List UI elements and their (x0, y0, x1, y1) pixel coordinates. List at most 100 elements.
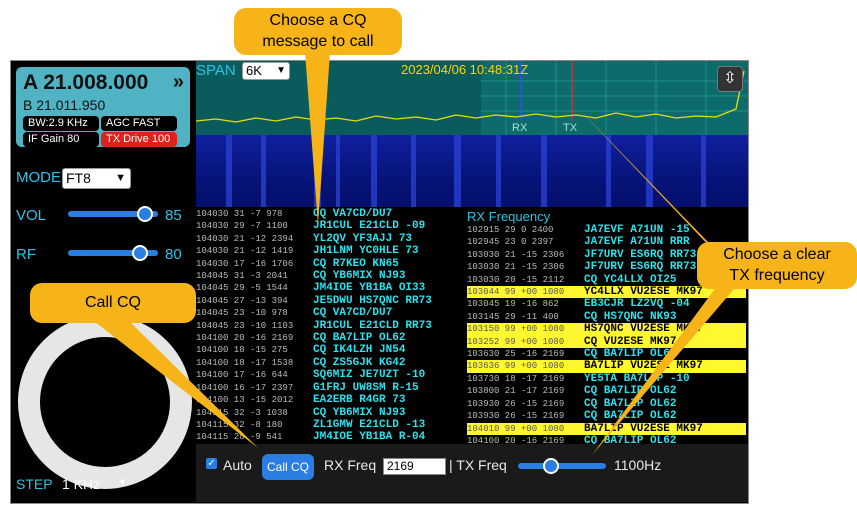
ft8-app-window: A 21.008.000 » B 21.011.950 BW:2.9 KHz A… (10, 60, 749, 504)
message-row[interactable]: 104100 18 -17 1538 CQ ZS5GJK KG42 (196, 357, 432, 369)
callout-text-line: Choose a CQ (269, 12, 367, 29)
message-row[interactable]: 103045 19 -16 862 EB3CJR LZ2VQ -04 (467, 298, 746, 310)
tx-freq-value: 1100Hz (614, 457, 662, 473)
step-select[interactable]: 1 KHz (62, 476, 100, 492)
step-label: STEP (16, 476, 53, 492)
message-row[interactable]: 103800 21 -17 2169 CQ BA7LIP OL62 (467, 385, 746, 397)
message-stats: 104115 32 -8 180 (196, 419, 283, 430)
message-text: JA7EVF A71UN RRR (584, 236, 690, 249)
message-text: G1FRJ UW8SM R-15 (313, 381, 419, 394)
message-row[interactable]: 104115 32 -3 1038 CQ YB6MIX NJ93 (196, 407, 432, 419)
tx-freq-slider-thumb[interactable] (543, 458, 560, 474)
message-row[interactable]: 103930 26 -15 2169 CQ BA7LIP OL62 (467, 410, 746, 422)
message-stats: 103636 99 +00 1080 (467, 361, 565, 372)
message-row[interactable]: 104115 28 -9 541 JM4IOE YB1BA R-04 (196, 431, 432, 443)
message-row[interactable]: 103630 25 -16 2169 CQ BA7LIP OL62 (467, 348, 746, 360)
message-row[interactable]: 104045 23 -10 978 CQ VA7CD/DU7 (196, 307, 432, 319)
decoded-messages-list[interactable]: 104030 31 -7 978 CQ VA7CD/DU7 104030 29 -7… (196, 208, 432, 469)
message-row[interactable]: 104030 29 -7 1100 JR1CUL E21CLD -09 (196, 220, 432, 232)
message-text: CQ VA7CD/DU7 (313, 208, 393, 220)
message-row[interactable]: 103145 29 -11 400 CQ HS7QNC NK93 (467, 311, 746, 323)
message-stats: 104100 18 -15 275 (196, 345, 288, 356)
message-row[interactable]: 103930 26 -15 2169 CQ BA7LIP OL62 (467, 398, 746, 410)
vfo-b-frequency[interactable]: B 21.011.950 (23, 97, 105, 113)
vfo-panel[interactable]: A 21.008.000 » B 21.011.950 BW:2.9 KHz A… (16, 67, 190, 147)
span-select[interactable]: 6K ▼ (242, 62, 290, 80)
message-row[interactable]: 103730 18 -17 2169 YE5TA BA7LIP -10 (467, 373, 746, 385)
vfo-a-frequency[interactable]: A 21.008.000 (23, 71, 148, 95)
message-stats: 104045 23 -10 978 (196, 308, 288, 319)
message-stats: 103930 26 -15 2169 (467, 398, 565, 409)
message-stats: 104115 28 -9 541 (196, 432, 283, 443)
message-text: YL2QV YF3AJJ 73 (313, 232, 413, 245)
tx-drive-badge[interactable]: TX Drive 100 (101, 132, 177, 147)
bandwidth-badge[interactable]: BW:2.9 KHz (23, 116, 99, 131)
mode-select[interactable]: FT8 ▼ (62, 168, 131, 189)
message-row[interactable]: 103636 99 +00 1080 BA7LIP VU2ESE MK97 (467, 360, 746, 373)
message-text: CQ VU2ESE MK97 (584, 335, 677, 348)
message-row[interactable]: 104030 21 -12 2394 YL2QV YF3AJJ 73 (196, 233, 432, 245)
message-stats: 103730 18 -17 2169 (467, 373, 565, 384)
message-stats: 104045 23 -10 1103 (196, 320, 294, 331)
message-stats: 104030 31 -7 978 (196, 209, 283, 219)
message-row[interactable]: 104030 21 -12 1419 JH1LNM YC0HLE 73 (196, 245, 432, 257)
tx-freq-slider[interactable] (518, 463, 606, 469)
message-row[interactable]: 104100 20 -16 2169 CQ BA7LIP OL62 (196, 332, 432, 344)
message-stats: 104100 16 -17 2397 (196, 382, 294, 393)
rf-slider-thumb[interactable] (132, 245, 148, 261)
message-row[interactable]: 104045 31 -3 2041 CQ YB6MIX NJ93 (196, 270, 432, 282)
message-stats: 103252 99 +00 1080 (467, 336, 565, 347)
rf-label: RF (16, 246, 36, 263)
message-row[interactable]: 104045 23 -10 1103 JR1CUL E21CLD RR73 (196, 320, 432, 332)
vol-value: 85 (165, 207, 182, 224)
tuning-knob[interactable] (18, 315, 192, 489)
callout-text-line: TX frequency (729, 267, 825, 284)
message-row[interactable]: 104100 16 -17 2397 G1FRJ UW8SM R-15 (196, 382, 432, 394)
message-row[interactable]: 104100 17 -16 644 SQ6MIZ JE7UZT -10 (196, 369, 432, 381)
message-row[interactable]: 104045 29 -5 1544 JM4IOE YB1BA OI33 (196, 282, 432, 294)
agc-badge[interactable]: AGC FAST (101, 116, 177, 131)
chevron-down-icon: ▼ (276, 65, 286, 76)
message-text: ZL1GMW E21CLD -13 (313, 418, 426, 431)
waterfall-display[interactable] (196, 135, 748, 207)
callout-choose-tx-frequency: Choose a clear TX frequency (697, 242, 857, 289)
message-row[interactable]: 104010 99 +00 1080 BA7LIP VU2ESE MK97 (467, 422, 746, 435)
message-row[interactable]: 104100 18 -15 275 CQ IK4LZH JN54 (196, 344, 432, 356)
message-text: CQ HS7QNC NK93 (584, 310, 677, 323)
chevron-down-icon: ▼ (115, 172, 126, 184)
message-row[interactable]: 102915 29 0 2400 JA7EVF A71UN -15 (467, 224, 746, 236)
message-text: CQ IK4LZH JN54 (313, 344, 406, 357)
message-stats: 103145 29 -11 400 (467, 311, 559, 322)
message-stats: 104030 21 -12 1419 (196, 246, 294, 257)
message-text: BA7LIP VU2ESE MK97 (584, 422, 703, 435)
message-row[interactable]: 104100 13 -15 2012 EA2ERB R4GR 73 (196, 394, 432, 406)
message-stats: 103030 20 -15 2112 (467, 274, 565, 285)
message-stats: 104045 27 -13 394 (196, 295, 288, 306)
message-text: JF7URV ES6RQ RR73 (584, 261, 697, 274)
message-stats: 104115 32 -3 1038 (196, 407, 288, 418)
mode-select-value: FT8 (66, 170, 91, 186)
message-text: CQ YC4LLX OI25 (584, 273, 677, 286)
if-gain-badge[interactable]: IF Gain 80 (23, 132, 99, 147)
message-row[interactable]: 104115 32 -8 180 ZL1GMW E21CLD -13 (196, 419, 432, 431)
vol-slider-thumb[interactable] (136, 206, 153, 222)
call-cq-button[interactable]: Call CQ (262, 454, 314, 480)
message-stats: 103150 99 +00 1080 (467, 324, 565, 335)
message-row[interactable]: 104030 17 -16 1706 CQ R7KEO KN65 (196, 258, 432, 270)
message-row[interactable]: 103150 99 +00 1080 HS7QNC VU2ESE MK97 (467, 323, 746, 336)
auto-checkbox[interactable]: ✓ (206, 458, 217, 469)
message-stats: 103800 21 -17 2169 (467, 386, 565, 397)
message-text: CQ BA7LIP OL62 (584, 410, 677, 423)
chevron-down-icon[interactable]: ▾ (120, 477, 125, 488)
rx-freq-input[interactable]: 2169 (383, 458, 446, 475)
waterfall-signals (226, 135, 706, 207)
message-row[interactable]: 103252 99 +00 1080 CQ VU2ESE MK97 (467, 335, 746, 349)
message-row[interactable]: 104030 31 -7 978 CQ VA7CD/DU7 (196, 208, 432, 220)
utc-timestamp: 2023/04/06 10:48:31Z (401, 62, 529, 77)
vfo-swap-icon[interactable]: » (173, 71, 184, 94)
rx-freq-label: RX Freq (324, 457, 377, 473)
message-stats: 104100 17 -16 644 (196, 370, 288, 381)
message-stats: 103045 19 -16 862 (467, 299, 559, 310)
expand-icon[interactable]: ⇳ (717, 66, 743, 92)
message-row[interactable]: 104045 27 -13 394 JE5DWU HS7QNC RR73 (196, 295, 432, 307)
